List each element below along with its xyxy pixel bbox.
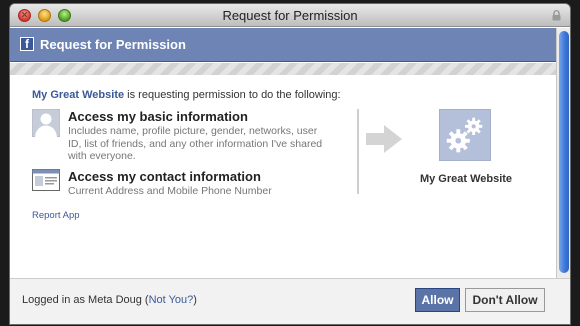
app-icon-tile <box>439 109 491 161</box>
app-name: My Great Website <box>419 173 513 185</box>
scrollbar-thumb[interactable] <box>559 31 569 273</box>
dialog-header: f Request for Permission <box>10 28 556 62</box>
gears-icon <box>446 117 483 153</box>
lock-icon <box>552 10 561 21</box>
permission-description: Includes name, profile picture, gender, … <box>68 125 323 162</box>
scrollbar[interactable] <box>556 28 570 278</box>
dialog-title: Request for Permission <box>40 37 186 52</box>
not-you-link[interactable]: Not You? <box>149 294 194 306</box>
site-name-link[interactable]: My Great Website <box>32 89 124 101</box>
title-bar: × Request for Permission <box>10 4 570 27</box>
striped-divider <box>10 63 556 75</box>
logged-in-suffix: ) <box>193 294 197 306</box>
logged-in-status: Logged in as Meta Doug (Not You?) <box>22 294 197 306</box>
report-app-link[interactable]: Report App <box>32 210 80 221</box>
permission-description: Current Address and Mobile Phone Number <box>68 185 272 197</box>
dont-allow-button[interactable]: Don't Allow <box>465 288 545 312</box>
profile-silhouette-icon <box>32 109 60 137</box>
contact-card-icon <box>32 169 60 191</box>
allow-button[interactable]: Allow <box>415 288 460 312</box>
permission-title: Access my contact information <box>68 169 261 184</box>
dialog-footer: Logged in as Meta Doug (Not You?) Allow … <box>10 278 570 324</box>
permission-title: Access my basic information <box>68 109 248 124</box>
permission-window: × Request for Permission f Request for P… <box>10 4 570 324</box>
arrow-right-icon <box>366 125 402 153</box>
facebook-logo-icon: f <box>20 37 34 51</box>
window-title: Request for Permission <box>222 8 358 23</box>
permission-intro: My Great Website is requesting permissio… <box>32 89 552 101</box>
vertical-divider <box>357 109 359 194</box>
intro-text: is requesting permission to do the follo… <box>127 89 341 101</box>
logged-in-text: Logged in as Meta Doug ( <box>22 294 149 306</box>
dialog-content: My Great Website is requesting permissio… <box>32 89 552 221</box>
